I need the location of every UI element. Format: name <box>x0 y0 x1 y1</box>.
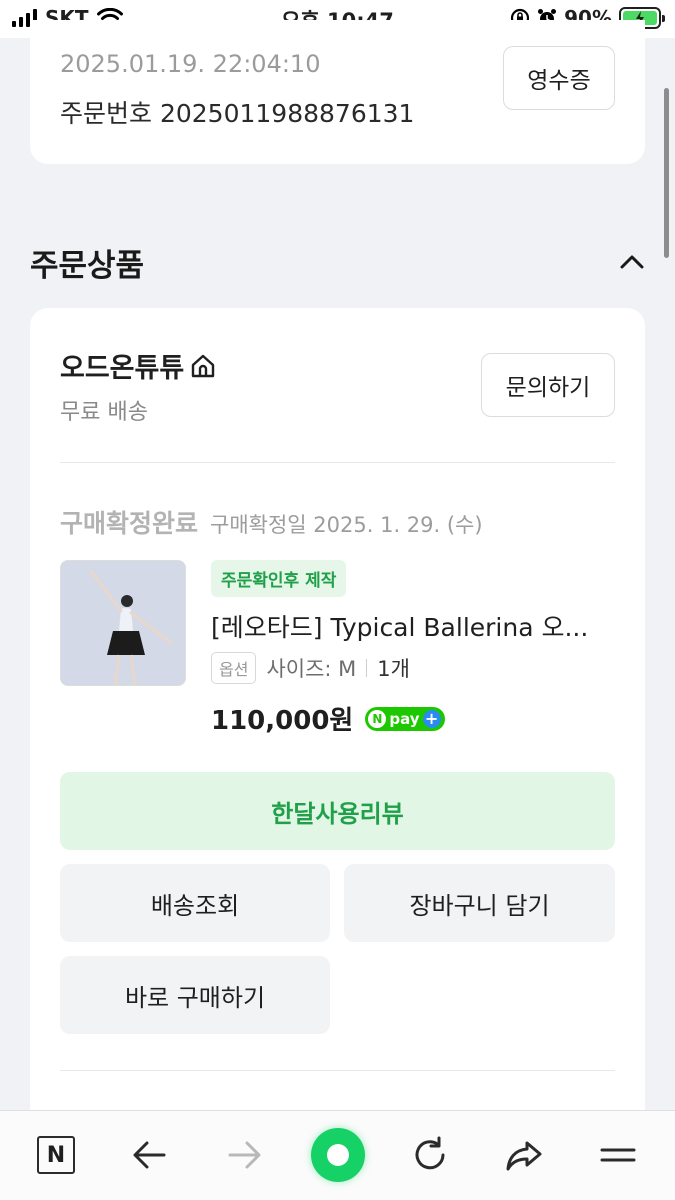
share-icon[interactable] <box>502 1133 546 1177</box>
shipping-info: 무료 배송 <box>60 400 148 425</box>
scrollbar[interactable] <box>664 88 669 258</box>
review-button[interactable]: 한달사용리뷰 <box>60 772 615 850</box>
option-separator <box>366 659 368 677</box>
made-to-order-tag: 주문확인후 제작 <box>211 560 347 597</box>
purchase-status: 구매확정완료 <box>60 509 199 538</box>
purchase-status-row: 구매확정완료 구매확정일 2025. 1. 29. (수) <box>60 504 483 540</box>
order-info-card: 2025.01.19. 22:04:10 주문번호 20250119888761… <box>30 20 645 164</box>
order-number-label: 주문번호 <box>60 99 153 128</box>
price: 110,000원 <box>211 706 354 736</box>
forward-arrow-icon[interactable] <box>222 1133 266 1177</box>
receipt-button[interactable]: 영수증 <box>503 46 615 110</box>
option-badge: 옵션 <box>211 652 257 684</box>
confirm-date: 구매확정일 2025. 1. 29. (수) <box>210 513 483 537</box>
seller-name-row[interactable]: 오드온튜튜 <box>60 346 216 385</box>
menu-icon[interactable] <box>596 1133 640 1177</box>
chevron-up-icon[interactable] <box>617 247 647 277</box>
npay-label: pay <box>389 709 420 728</box>
order-number-line: 주문번호 2025011988876131 <box>60 94 414 130</box>
seller-name[interactable]: 오드온튜튜 <box>60 346 184 385</box>
order-date: 2025.01.19. 22:04:10 <box>60 50 321 78</box>
buy-now-button[interactable]: 바로 구매하기 <box>60 956 330 1034</box>
track-delivery-button[interactable]: 배송조회 <box>60 864 330 942</box>
divider <box>60 1070 615 1071</box>
option-value: 사이즈: M <box>266 657 357 681</box>
reload-icon[interactable] <box>408 1133 452 1177</box>
add-to-cart-button[interactable]: 장바구니 담기 <box>344 864 615 942</box>
back-arrow-icon[interactable] <box>128 1133 172 1177</box>
option-row: 옵션 사이즈: M 1개 <box>211 652 410 684</box>
divider <box>60 462 615 463</box>
naver-n-icon: N <box>368 709 387 728</box>
inquiry-button[interactable]: 문의하기 <box>481 353 615 417</box>
store-home-icon[interactable] <box>190 353 216 379</box>
product-thumbnail[interactable] <box>60 560 186 686</box>
order-product-card: 오드온튜튜 무료 배송 문의하기 구매확정완료 구매확정일 2025. 1. 2… <box>30 308 645 1138</box>
green-dot-icon[interactable] <box>306 1128 370 1182</box>
product-name[interactable]: [레오타드] Typical Ballerina 오... <box>211 608 611 644</box>
section-title: 주문상품 <box>30 248 145 284</box>
npay-plus-badge: N pay + <box>365 706 445 731</box>
order-number: 2025011988876131 <box>159 99 415 128</box>
naver-home-icon[interactable]: N <box>34 1133 78 1177</box>
browser-toolbar: N <box>0 1110 675 1200</box>
plus-icon: + <box>422 709 441 728</box>
price-row: 110,000원 N pay + <box>211 700 445 737</box>
quantity: 1개 <box>377 657 410 681</box>
